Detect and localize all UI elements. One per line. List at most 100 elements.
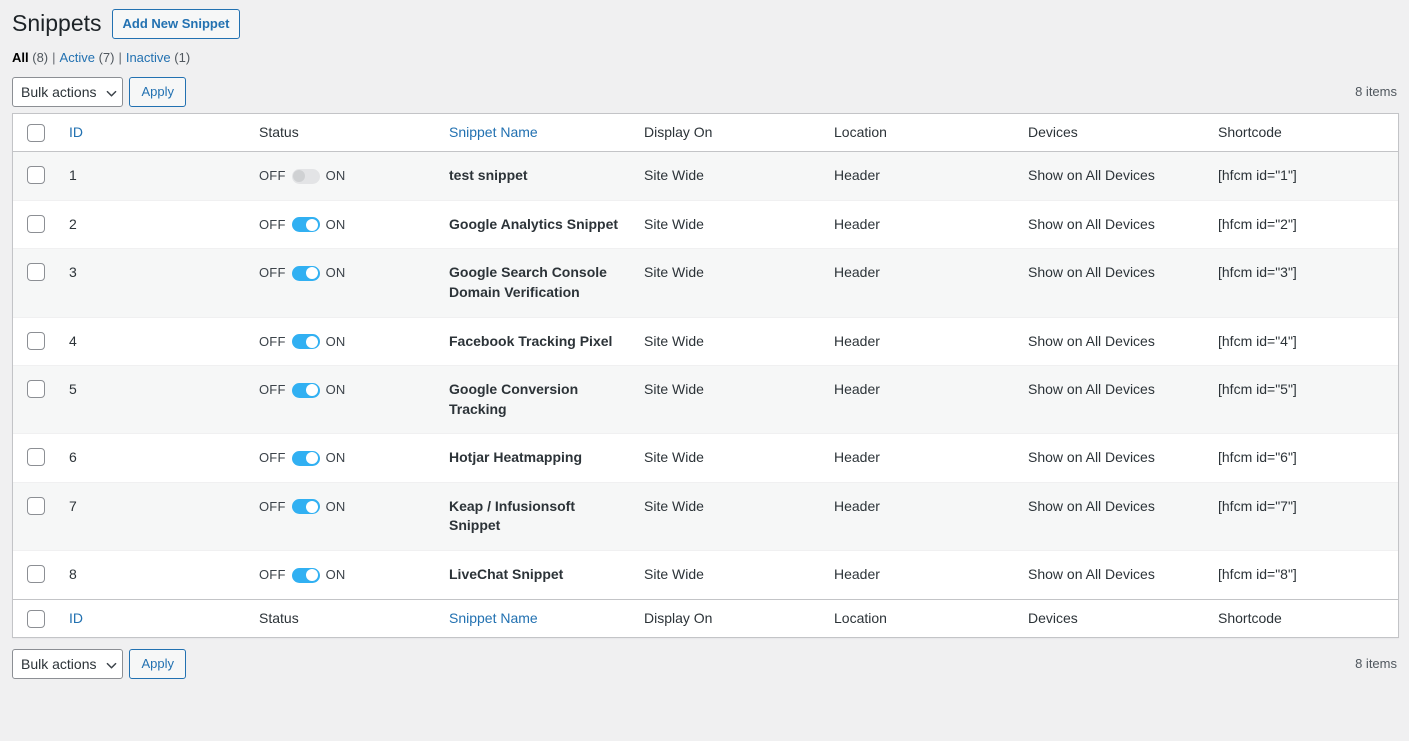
toggle-on-label: ON xyxy=(326,381,346,399)
toggle-knob xyxy=(306,569,318,581)
cell-snippet-name: Facebook Tracking Pixel xyxy=(439,317,634,366)
filter-link-active[interactable]: Active xyxy=(60,50,95,65)
status-toggle[interactable] xyxy=(292,169,320,184)
toggle-knob xyxy=(306,336,318,348)
cell-devices: Show on All Devices xyxy=(1018,200,1208,249)
cell-shortcode: [hfcm id="7"] xyxy=(1208,482,1398,550)
cell-id: 6 xyxy=(59,433,249,482)
column-header-id: ID xyxy=(59,114,249,152)
column-footer-shortcode: Shortcode xyxy=(1208,599,1398,637)
toggle-knob xyxy=(306,384,318,396)
bulk-actions-select-top-value: Bulk actions xyxy=(21,78,96,106)
bulk-actions-select-top[interactable]: Bulk actions xyxy=(12,77,123,107)
cell-location: Header xyxy=(824,433,1018,482)
toggle-on-label: ON xyxy=(326,333,346,351)
row-select-cell xyxy=(13,248,59,316)
status-toggle-group: OFF ON xyxy=(259,566,346,584)
cell-snippet-name: Google Analytics Snippet xyxy=(439,200,634,249)
toggle-on-label: ON xyxy=(326,566,346,584)
column-footer-location: Location xyxy=(824,599,1018,637)
status-toggle-group: OFF ON xyxy=(259,264,346,282)
cell-shortcode: [hfcm id="2"] xyxy=(1208,200,1398,249)
column-header-status: Status xyxy=(249,114,439,152)
cell-location: Header xyxy=(824,200,1018,249)
bulk-actions-group-top: Bulk actions Apply xyxy=(12,77,186,107)
status-toggle[interactable] xyxy=(292,568,320,583)
toggle-off-label: OFF xyxy=(259,381,286,399)
tablenav-bottom: Bulk actions Apply 8 items xyxy=(12,649,1397,679)
item-count-top: 8 items xyxy=(1355,84,1397,99)
toggle-on-label: ON xyxy=(326,498,346,516)
cell-devices: Show on All Devices xyxy=(1018,550,1208,599)
sort-link-id[interactable]: ID xyxy=(69,124,83,140)
filter-link-inactive[interactable]: Inactive xyxy=(126,50,171,65)
cell-display-on: Site Wide xyxy=(634,550,824,599)
toggle-on-label: ON xyxy=(326,216,346,234)
status-toggle[interactable] xyxy=(292,334,320,349)
sort-link-name[interactable]: Snippet Name xyxy=(449,124,538,140)
column-footer-id: ID xyxy=(59,599,249,637)
table-row: 3OFFONGoogle Search Console Domain Verif… xyxy=(13,248,1398,316)
row-checkbox[interactable] xyxy=(27,565,45,583)
add-new-snippet-button[interactable]: Add New Snippet xyxy=(112,9,241,39)
row-select-cell xyxy=(13,482,59,550)
table-row: 2OFFONGoogle Analytics SnippetSite WideH… xyxy=(13,200,1398,249)
filter-item-inactive: Inactive (1) xyxy=(126,50,190,65)
apply-button-bottom[interactable]: Apply xyxy=(129,649,186,679)
column-header-display-on: Display On xyxy=(634,114,824,152)
select-all-checkbox-bottom[interactable] xyxy=(27,610,45,628)
row-checkbox[interactable] xyxy=(27,497,45,515)
sort-link-name-footer[interactable]: Snippet Name xyxy=(449,610,538,626)
apply-button-top[interactable]: Apply xyxy=(129,77,186,107)
toggle-off-label: OFF xyxy=(259,449,286,467)
status-toggle[interactable] xyxy=(292,451,320,466)
cell-location: Header xyxy=(824,365,1018,433)
cell-location: Header xyxy=(824,152,1018,200)
row-checkbox[interactable] xyxy=(27,263,45,281)
toggle-on-label: ON xyxy=(326,264,346,282)
toggle-on-label: ON xyxy=(326,167,346,185)
row-checkbox[interactable] xyxy=(27,332,45,350)
cell-shortcode: [hfcm id="6"] xyxy=(1208,433,1398,482)
status-toggle-group: OFFON xyxy=(259,449,346,467)
status-filter-links: All (8) | Active (7) | Inactive (1) xyxy=(12,50,1409,65)
cell-shortcode: [hfcm id="5"] xyxy=(1208,365,1398,433)
cell-display-on: Site Wide xyxy=(634,200,824,249)
cell-status: OFF ON xyxy=(249,550,439,599)
filter-separator-1: | xyxy=(48,50,59,65)
column-header-location: Location xyxy=(824,114,1018,152)
column-header-name: Snippet Name xyxy=(439,114,634,152)
cell-location: Header xyxy=(824,248,1018,316)
table-header-row: ID Status Snippet Name Display On Locati… xyxy=(13,114,1398,152)
status-toggle[interactable] xyxy=(292,499,320,514)
toggle-off-label: OFF xyxy=(259,566,286,584)
bulk-actions-select-bottom[interactable]: Bulk actions xyxy=(12,649,123,679)
status-toggle[interactable] xyxy=(292,383,320,398)
column-header-devices: Devices xyxy=(1018,114,1208,152)
row-checkbox[interactable] xyxy=(27,215,45,233)
cell-snippet-name: LiveChat Snippet xyxy=(439,550,634,599)
filter-link-all[interactable]: All xyxy=(12,50,29,65)
cell-snippet-name: Hotjar Heatmapping xyxy=(439,433,634,482)
status-toggle-group: OFF ON xyxy=(259,216,346,234)
row-checkbox[interactable] xyxy=(27,448,45,466)
status-toggle[interactable] xyxy=(292,266,320,281)
cell-snippet-name: Google Conversion Tracking xyxy=(439,365,634,433)
toggle-off-label: OFF xyxy=(259,216,286,234)
cell-snippet-name: test snippet xyxy=(439,152,634,200)
toggle-knob xyxy=(306,452,318,464)
row-select-cell xyxy=(13,317,59,366)
status-toggle[interactable] xyxy=(292,217,320,232)
cell-snippet-name: Google Search Console Domain Verificatio… xyxy=(439,248,634,316)
sort-link-id-footer[interactable]: ID xyxy=(69,610,83,626)
row-checkbox[interactable] xyxy=(27,166,45,184)
select-all-checkbox-top[interactable] xyxy=(27,124,45,142)
column-footer-status: Status xyxy=(249,599,439,637)
row-checkbox[interactable] xyxy=(27,380,45,398)
column-footer-display-on: Display On xyxy=(634,599,824,637)
cell-snippet-name: Keap / Infusionsoft Snippet xyxy=(439,482,634,550)
table-row: 4OFFONFacebook Tracking PixelSite WideHe… xyxy=(13,317,1398,366)
toggle-off-label: OFF xyxy=(259,264,286,282)
table-row: 6OFFONHotjar HeatmappingSite WideHeaderS… xyxy=(13,433,1398,482)
toggle-off-label: OFF xyxy=(259,333,286,351)
